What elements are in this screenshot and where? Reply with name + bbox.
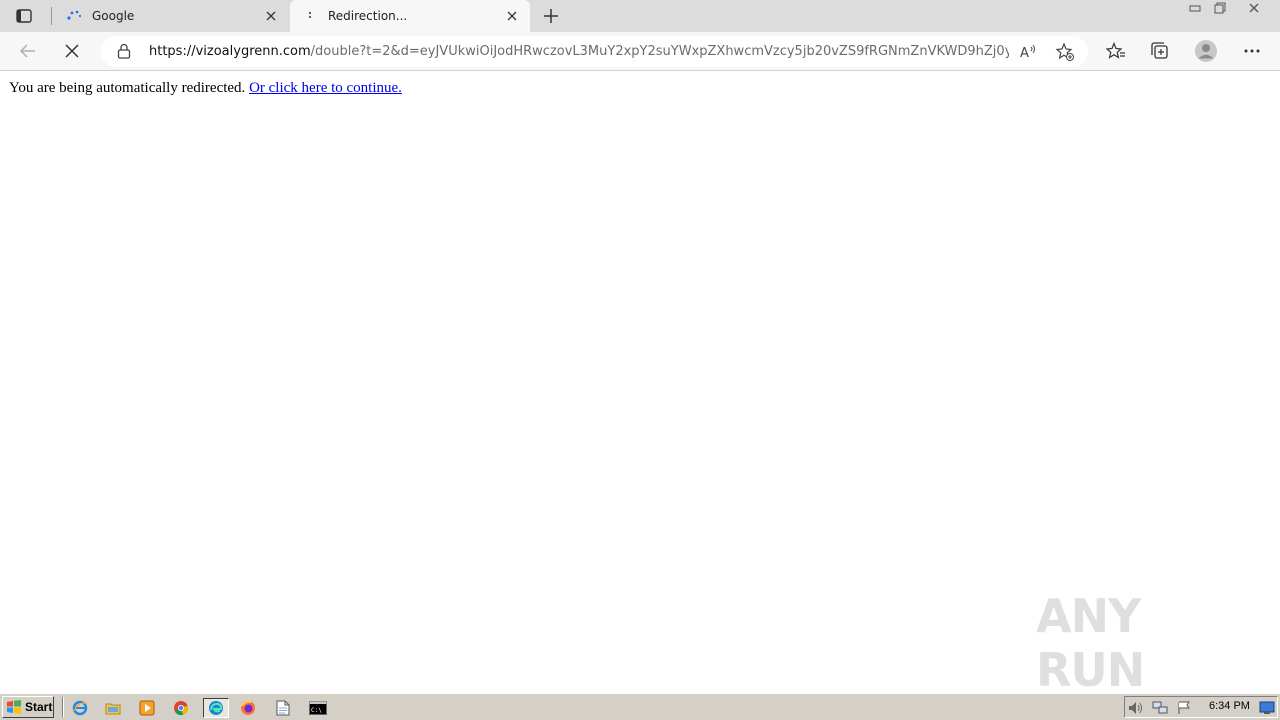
cmd-icon[interactable]: C:\ xyxy=(304,698,332,718)
page-content: You are being automatically redirected. … xyxy=(0,71,1280,697)
start-button[interactable]: Start xyxy=(2,696,54,718)
notepad-icon[interactable] xyxy=(272,698,294,718)
firefox-icon[interactable] xyxy=(237,698,259,718)
taskbar: Start C:\ 6:34 PM xyxy=(0,693,1280,720)
tab-divider xyxy=(51,7,52,25)
restore-icon[interactable] xyxy=(1209,0,1231,16)
clock: 6:34 PM xyxy=(1209,700,1250,712)
add-favorite-icon[interactable] xyxy=(1055,42,1075,62)
taskbar-divider xyxy=(62,697,64,717)
tab-google[interactable]: Google xyxy=(54,0,289,32)
favorites-icon[interactable] xyxy=(1102,38,1130,64)
new-tab-icon[interactable] xyxy=(540,5,562,27)
collections-icon[interactable] xyxy=(1146,38,1174,64)
ie-icon[interactable] xyxy=(69,698,91,718)
read-aloud-icon[interactable]: A xyxy=(1019,42,1039,62)
tab-actions-icon[interactable] xyxy=(12,7,36,25)
stop-loading-icon[interactable] xyxy=(58,38,86,64)
tab-title: Redirection... xyxy=(328,9,408,23)
anyrun-watermark: ANY RUN xyxy=(1036,589,1236,697)
svg-text:A: A xyxy=(1020,46,1029,60)
network-icon[interactable] xyxy=(1152,700,1168,716)
watermark-text: ANY RUN xyxy=(1036,589,1145,697)
browser-toolbar: https://vizoalygrenn.com/double?t=2&d=ey… xyxy=(0,32,1280,71)
address-bar[interactable]: https://vizoalygrenn.com/double?t=2&d=ey… xyxy=(101,36,1088,67)
system-tray: 6:34 PM xyxy=(1124,696,1278,718)
media-player-icon[interactable] xyxy=(136,698,158,718)
svg-text:C:\: C:\ xyxy=(311,707,322,714)
chrome-icon[interactable] xyxy=(170,698,192,718)
tab-title: Google xyxy=(92,9,135,23)
close-tab-icon[interactable] xyxy=(261,6,281,26)
url-path: /double?t=2&d=eyJVUkwiOiJodHRwczovL3MuY2… xyxy=(310,44,1009,59)
volume-icon[interactable] xyxy=(1128,700,1144,716)
profile-avatar-icon[interactable] xyxy=(1192,38,1220,64)
start-label: Start xyxy=(25,700,53,714)
url-text[interactable]: https://vizoalygrenn.com/double?t=2&d=ey… xyxy=(149,44,1009,59)
minimize-icon[interactable] xyxy=(1184,0,1206,16)
windows-flag-icon xyxy=(7,700,21,714)
page-loading-icon xyxy=(302,8,318,24)
explorer-icon[interactable] xyxy=(102,698,124,718)
tab-strip: Google Redirection... xyxy=(0,0,1280,32)
back-arrow-icon[interactable] xyxy=(14,38,42,64)
redirect-text: You are being automatically redirected. xyxy=(9,80,246,96)
close-window-icon[interactable] xyxy=(1236,0,1272,16)
action-center-flag-icon[interactable] xyxy=(1176,700,1192,716)
edge-icon[interactable] xyxy=(203,698,229,718)
url-host: https://vizoalygrenn.com xyxy=(149,44,311,59)
more-menu-icon[interactable] xyxy=(1238,38,1266,64)
close-tab-icon[interactable] xyxy=(502,6,522,26)
google-loading-icon xyxy=(66,8,82,24)
tab-redirection[interactable]: Redirection... xyxy=(290,0,530,32)
lock-icon[interactable] xyxy=(117,43,133,60)
redirect-message: You are being automatically redirected. … xyxy=(9,80,402,97)
show-desktop-icon[interactable] xyxy=(1259,700,1275,716)
continue-link[interactable]: Or click here to continue. xyxy=(249,80,402,96)
